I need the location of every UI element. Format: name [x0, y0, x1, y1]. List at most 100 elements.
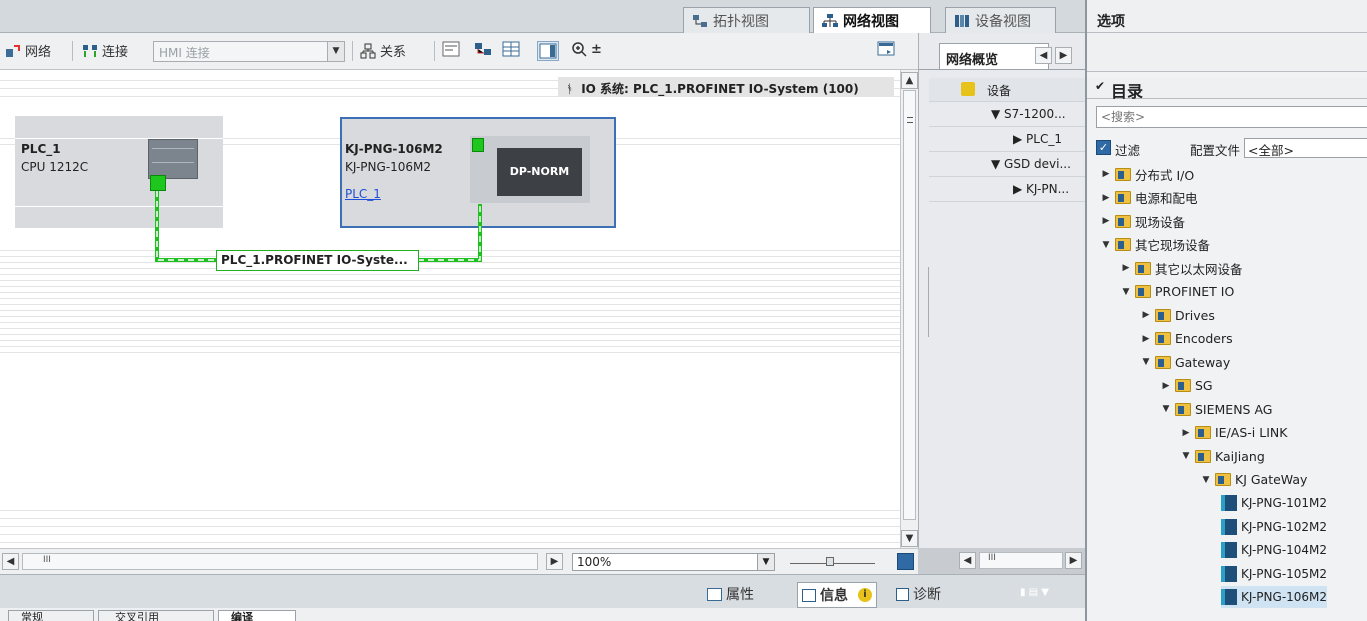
expanded-arrow-icon[interactable]: ▼	[1141, 357, 1151, 367]
overview-scroll-left-icon[interactable]: ◀	[959, 552, 976, 569]
tab-properties[interactable]: 属性	[707, 584, 754, 604]
catalog-folder-item[interactable]: ▶ 电源和配电	[1101, 187, 1198, 209]
diagnostics-icon	[896, 587, 909, 601]
folder-icon	[1175, 379, 1191, 392]
catalog-folder-item[interactable]: ▶ Encoders	[1141, 328, 1233, 350]
overview-row[interactable]: ▼ S7-1200...	[929, 103, 1085, 127]
collapsed-arrow-icon[interactable]: ▶	[1141, 310, 1151, 320]
tree-item-label: 其它以太网设备	[1155, 261, 1243, 277]
catalog-search-input[interactable]	[1096, 106, 1367, 128]
expanded-arrow-icon[interactable]: ▼	[1121, 287, 1131, 297]
overview-row[interactable]: ▶ PLC_1	[929, 128, 1085, 152]
folder-icon	[1195, 449, 1211, 463]
module-icon	[1221, 518, 1237, 535]
network-label[interactable]: PLC_1.PROFINET IO-Syste...	[216, 250, 419, 271]
catalog-folder-item[interactable]: ▶ 其它以太网设备	[1121, 257, 1243, 279]
collapsed-arrow-icon[interactable]: ▶	[1181, 428, 1191, 438]
scroll-right-icon[interactable]: ▶	[546, 553, 563, 570]
tab-next-icon[interactable]: ▶	[1055, 47, 1072, 64]
panel-controls-icon[interactable]: ▮ ▤ ▼	[1020, 587, 1078, 598]
folder-icon	[1195, 426, 1211, 439]
folder-icon	[1155, 308, 1171, 322]
catalog-folder-item[interactable]: ▼ SIEMENS AG	[1161, 398, 1273, 420]
collapsed-arrow-icon[interactable]: ▶	[1121, 263, 1131, 273]
catalog-folder-item[interactable]: ▼ KaiJiang	[1181, 445, 1265, 467]
tree-item-label: KJ-PNG-101M2	[1241, 496, 1328, 510]
device-header-icon	[961, 82, 975, 96]
canvas-vertical-scrollbar[interactable]: ▲ ▼	[900, 70, 918, 548]
collapsed-arrow-icon[interactable]: ▶	[1161, 381, 1171, 391]
zoom-slider[interactable]	[790, 557, 875, 567]
tab-info[interactable]: 信息 i	[797, 582, 877, 608]
overview-row[interactable]: ▶ KJ-PN...	[929, 178, 1085, 202]
folder-icon	[1155, 355, 1171, 369]
expanded-arrow-icon[interactable]: ▼	[1201, 475, 1211, 485]
tab-compile[interactable]: 编译	[218, 610, 296, 621]
module-icon	[1221, 565, 1237, 582]
tree-item-label: SIEMENS AG	[1195, 401, 1273, 417]
catalog-folder-item[interactable]: ▶ Drives	[1141, 304, 1215, 326]
catalog-folder-item[interactable]: ▶ 分布式 I/O	[1101, 163, 1194, 185]
catalog-folder-item[interactable]: ▼ 其它现场设备	[1101, 234, 1210, 256]
scroll-down-icon[interactable]: ▼	[901, 530, 918, 547]
collapsed-arrow-icon[interactable]: ▶	[1101, 216, 1111, 226]
tab-diagnostics[interactable]: 诊断	[896, 584, 941, 604]
catalog-folder-item[interactable]: ▶ IE/AS-i LINK	[1181, 422, 1288, 444]
tab-general[interactable]: 常规	[8, 610, 94, 621]
profinet-line[interactable]	[0, 0, 900, 548]
overview-splitter[interactable]	[919, 267, 929, 337]
options-panel: 选项 ✔ 目录 ✓ 过滤 配置文件 <全部> ▶ 分布式 I/O ▶ 电源和配电 ▶ 现场…	[1085, 0, 1367, 621]
tree-item-label: IE/AS-i LINK	[1215, 425, 1288, 440]
catalog-module-item[interactable]: KJ-PNG-105M2	[1221, 563, 1327, 585]
tree-item-label: SG	[1195, 378, 1213, 393]
properties-icon	[707, 587, 722, 601]
scroll-thumb[interactable]	[903, 90, 916, 520]
collapsed-arrow-icon[interactable]: ▶	[1141, 334, 1151, 344]
fit-view-icon[interactable]	[897, 553, 914, 570]
tree-item-label: 其它现场设备	[1135, 238, 1211, 253]
overview-scroll-right-icon[interactable]: ▶	[1065, 552, 1082, 569]
tree-item-label: KaiJiang	[1215, 448, 1265, 464]
tab-device-view[interactable]: 设备视图	[945, 7, 1056, 33]
scroll-left-icon[interactable]: ◀	[2, 553, 19, 570]
tab-prev-icon[interactable]: ◀	[1035, 47, 1052, 64]
catalog-module-item[interactable]: KJ-PNG-101M2	[1221, 492, 1327, 514]
expanded-arrow-icon[interactable]: ▼	[1161, 404, 1171, 414]
horizontal-scroll-thumb[interactable]: III	[22, 553, 538, 570]
catalog-folder-item[interactable]: ▶ 现场设备	[1101, 210, 1185, 232]
collapsed-arrow-icon[interactable]: ▶	[1101, 193, 1111, 203]
expanded-arrow-icon[interactable]: ▼	[1101, 240, 1111, 250]
tree-item-label: PROFINET IO	[1155, 284, 1235, 299]
filter-checkbox[interactable]: ✓	[1096, 140, 1111, 155]
overview-row[interactable]: ▼ GSD devi...	[929, 153, 1085, 177]
collapsed-arrow-icon[interactable]: ▶	[1101, 169, 1111, 179]
scroll-up-icon[interactable]: ▲	[901, 72, 918, 89]
folder-icon	[1135, 285, 1151, 298]
tree-item-label: Encoders	[1175, 331, 1233, 346]
overview-scroll-thumb[interactable]: III	[979, 552, 1063, 569]
folder-icon	[1135, 261, 1151, 275]
catalog-module-item[interactable]: KJ-PNG-104M2	[1221, 539, 1327, 561]
catalog-module-item[interactable]: KJ-PNG-102M2	[1221, 516, 1327, 538]
catalog-section-header[interactable]: ✔ 目录	[1087, 77, 1367, 101]
tab-network-overview[interactable]: 网络概览	[939, 43, 1049, 69]
folder-icon	[1115, 214, 1131, 228]
tab-cross-reference[interactable]: 交叉引用	[98, 610, 214, 621]
tree-item-label: KJ-PNG-104M2	[1241, 543, 1328, 557]
panel-title: 选项	[1097, 14, 1125, 30]
chevron-down-icon: ✔	[1095, 79, 1106, 93]
folder-icon	[1115, 238, 1131, 251]
tree-item-label: KJ GateWay	[1235, 472, 1308, 487]
zoom-select[interactable]: 100% ▼	[572, 553, 775, 571]
profile-select[interactable]: <全部>	[1244, 138, 1367, 158]
catalog-folder-item[interactable]: ▼ KJ GateWay	[1201, 469, 1308, 491]
catalog-folder-item[interactable]: ▼ PROFINET IO	[1121, 281, 1235, 303]
catalog-module-item[interactable]: KJ-PNG-106M2	[1221, 586, 1328, 608]
expanded-arrow-icon[interactable]: ▼	[1181, 451, 1191, 461]
module-icon	[1221, 495, 1237, 511]
catalog-folder-item[interactable]: ▶ SG	[1161, 375, 1213, 397]
info-tab-icon	[802, 588, 816, 602]
catalog-folder-item[interactable]: ▼ Gateway	[1141, 351, 1231, 373]
overview-header: 设备	[929, 78, 1085, 102]
inspector-bar: 属性 信息 i 诊断 ▮ ▤ ▼	[0, 574, 1085, 608]
